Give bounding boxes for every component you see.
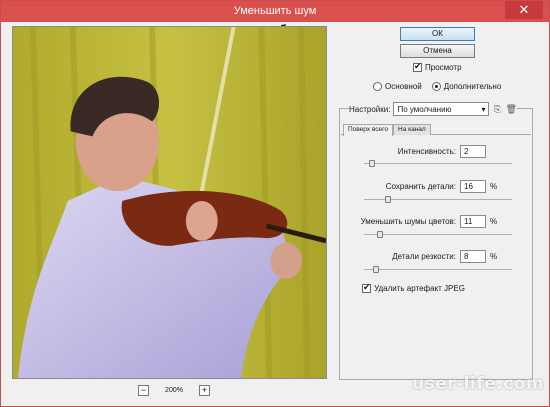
radio-dot[interactable] — [373, 82, 382, 91]
cancel-button[interactable]: Отмена — [400, 44, 475, 58]
jpeg-artifact-row[interactable]: Удалить артефакт JPEG — [362, 282, 465, 293]
dialog-title: Уменьшить шум — [233, 5, 317, 17]
tab-strip: Поверх всего На канал — [341, 124, 531, 136]
mode-advanced-radio[interactable]: Дополнительно — [431, 82, 502, 91]
violinist-photo — [13, 27, 326, 378]
watermark-text: user-life.com — [412, 374, 545, 394]
chevron-down-icon: ▾ — [481, 104, 486, 114]
preview-label: Просмотр — [425, 63, 462, 72]
image-preview[interactable] — [12, 26, 327, 379]
save-preset-icon[interactable]: ⎘ — [492, 104, 502, 114]
intensity-input[interactable]: 2 — [460, 145, 486, 158]
settings-label: Настройки: — [349, 104, 391, 114]
tab-overall[interactable]: Поверх всего — [343, 124, 393, 136]
color-noise-slider[interactable] — [364, 231, 512, 238]
preserve-details-slider[interactable] — [364, 196, 512, 203]
preset-value: По умолчанию — [397, 104, 452, 114]
preset-select[interactable]: По умолчанию ▾ — [393, 102, 490, 116]
sharpen-details-input[interactable]: 8 — [460, 250, 486, 263]
zoom-in-button[interactable]: + — [199, 384, 210, 396]
delete-preset-icon[interactable]: 🗑 — [505, 104, 516, 114]
mode-radio-group: Основной Дополнительно — [373, 82, 501, 91]
preview-checkbox[interactable] — [413, 61, 422, 72]
color-noise-input[interactable]: 11 — [460, 215, 486, 228]
color-noise-slider-thumb[interactable] — [377, 231, 383, 238]
sharpen-details-slider[interactable] — [364, 266, 512, 273]
preserve-details-input[interactable]: 16 — [460, 180, 486, 193]
mode-basic-radio[interactable]: Основной — [373, 82, 422, 91]
preserve-details-unit: % — [490, 182, 498, 191]
preview-checkbox-row[interactable]: Просмотр — [413, 61, 462, 72]
mode-basic-label: Основной — [385, 82, 422, 91]
settings-row: Настройки: По умолчанию ▾ ⎘ 🗑 — [349, 102, 518, 116]
zoom-out-button[interactable]: − — [138, 384, 149, 396]
jpeg-artifact-checkbox[interactable] — [362, 282, 371, 293]
sharpen-details-unit: % — [490, 252, 498, 261]
tab-per-channel[interactable]: На канал — [393, 124, 431, 135]
radio-dot-selected[interactable] — [431, 82, 441, 91]
zoom-controls: − 200% + — [138, 384, 210, 396]
ok-button[interactable]: ОК — [400, 27, 475, 41]
close-button[interactable]: ✕ — [505, 1, 543, 19]
title-bar: Уменьшить шум ✕ — [1, 1, 549, 22]
color-noise-unit: % — [490, 217, 498, 226]
intensity-label: Интенсивность: — [397, 147, 456, 156]
color-noise-label: Уменьшить шумы цветов: — [360, 217, 456, 226]
intensity-slider-thumb[interactable] — [369, 160, 375, 167]
sharpen-details-slider-thumb[interactable] — [373, 266, 379, 273]
zoom-level: 200% — [165, 386, 183, 394]
mode-advanced-label: Дополнительно — [443, 82, 502, 91]
intensity-slider[interactable] — [364, 160, 512, 167]
sharpen-details-label: Детали резкости: — [392, 252, 456, 261]
jpeg-artifact-label: Удалить артефакт JPEG — [374, 284, 465, 293]
preserve-details-label: Сохранить детали: — [385, 182, 456, 191]
preserve-details-slider-thumb[interactable] — [385, 196, 391, 203]
